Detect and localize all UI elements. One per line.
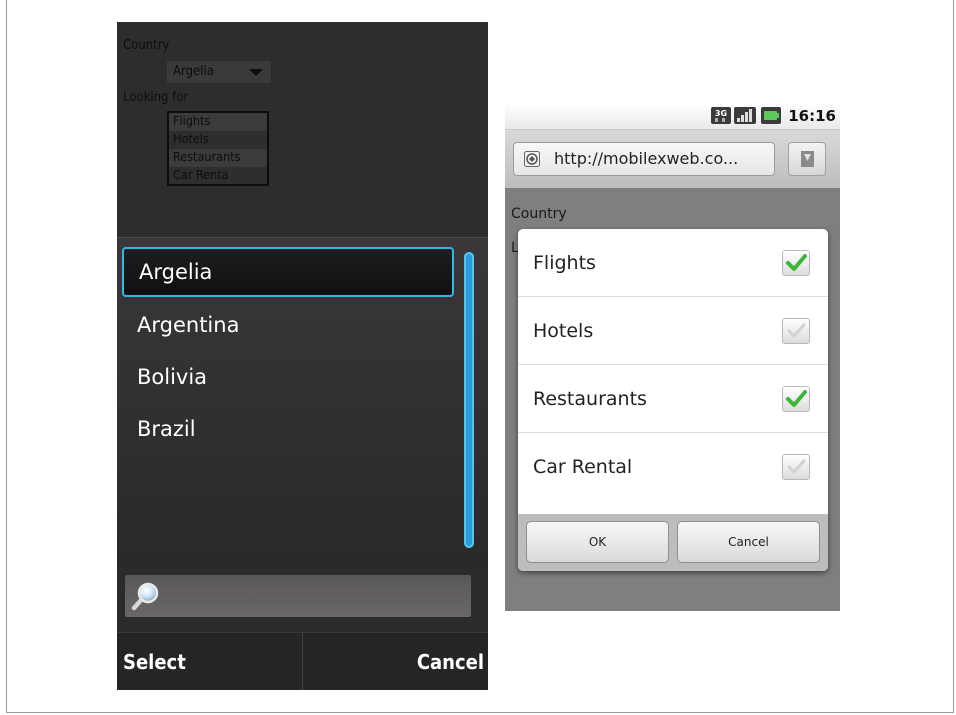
country-select-value: Argelia — [173, 64, 214, 79]
dialog-option-row[interactable]: Car Rental — [518, 433, 828, 501]
checkbox[interactable] — [782, 386, 810, 412]
dialog-option-row[interactable]: Restaurants — [518, 365, 828, 433]
status-time: 16:16 — [788, 107, 836, 125]
select-softkey[interactable]: Select — [123, 633, 186, 690]
web-page-background: Country Argelia Looking for Flights Hote… — [117, 22, 488, 237]
country-label: Country — [511, 206, 567, 222]
cancel-softkey[interactable]: Cancel — [417, 633, 484, 690]
dialog-option-row[interactable]: Hotels — [518, 297, 828, 365]
country-picker-list: Argelia Argentina Bolivia Brazil — [117, 237, 488, 570]
browser-toolbar: http://mobilexweb.co... — [505, 130, 840, 188]
multiselect-dialog: Flights Hotels Restaurants Car Rental OK… — [518, 229, 828, 571]
ok-button[interactable]: OK — [526, 521, 669, 563]
android-phone: 3G 16:16 http://mobilexweb.co... Country… — [505, 103, 840, 611]
search-input[interactable] — [125, 575, 471, 617]
dialog-option-label: Restaurants — [533, 388, 647, 410]
checkmark-icon — [787, 323, 806, 338]
globe-icon — [524, 151, 540, 167]
dialog-option-row[interactable]: Flights — [518, 229, 828, 297]
softkey-bar: Select Cancel — [117, 632, 488, 690]
dialog-option-label: Car Rental — [533, 456, 633, 478]
country-label: Country — [123, 38, 170, 53]
multiselect-option[interactable]: Flights — [169, 113, 267, 131]
checkmark-icon — [786, 390, 807, 407]
list-item[interactable]: Argentina — [122, 300, 454, 350]
list-item[interactable]: Brazil — [122, 404, 454, 454]
bookmark-icon — [801, 151, 814, 167]
country-select[interactable]: Argelia — [167, 61, 271, 83]
looking-for-multiselect[interactable]: Flights Hotels Restaurants Car Renta — [167, 111, 269, 186]
multiselect-option[interactable]: Hotels — [169, 131, 267, 149]
checkmark-icon — [787, 459, 806, 474]
checkbox[interactable] — [782, 454, 810, 480]
magnifier-icon — [131, 582, 159, 611]
checkmark-icon — [786, 254, 807, 271]
list-item-selected[interactable]: Argelia — [122, 247, 454, 297]
list-item[interactable]: Bolivia — [122, 352, 454, 402]
dropdown-arrow-icon — [249, 69, 263, 76]
multiselect-option[interactable]: Car Renta — [169, 167, 267, 185]
signal-icon — [734, 107, 756, 124]
cancel-button[interactable]: Cancel — [677, 521, 820, 563]
list-scrollbar[interactable] — [464, 252, 474, 548]
url-text: http://mobilexweb.co... — [554, 149, 739, 168]
svg-text:3G: 3G — [715, 109, 727, 118]
dialog-option-label: Flights — [533, 252, 596, 274]
search-bar — [117, 567, 488, 629]
status-bar: 3G 16:16 — [505, 103, 840, 130]
checkbox[interactable] — [782, 318, 810, 344]
battery-icon — [761, 107, 781, 124]
checkbox[interactable] — [782, 250, 810, 276]
url-field[interactable]: http://mobilexweb.co... — [513, 142, 775, 176]
bookmark-button[interactable] — [788, 142, 826, 176]
multiselect-option[interactable]: Restaurants — [169, 149, 267, 167]
looking-for-label: Looking for — [123, 90, 189, 105]
symbian-phone: Country Argelia Looking for Flights Hote… — [117, 22, 488, 690]
3g-icon: 3G — [711, 107, 731, 124]
dialog-button-bar: OK Cancel — [518, 514, 828, 571]
dialog-option-label: Hotels — [533, 320, 594, 342]
softkey-divider — [302, 633, 303, 690]
